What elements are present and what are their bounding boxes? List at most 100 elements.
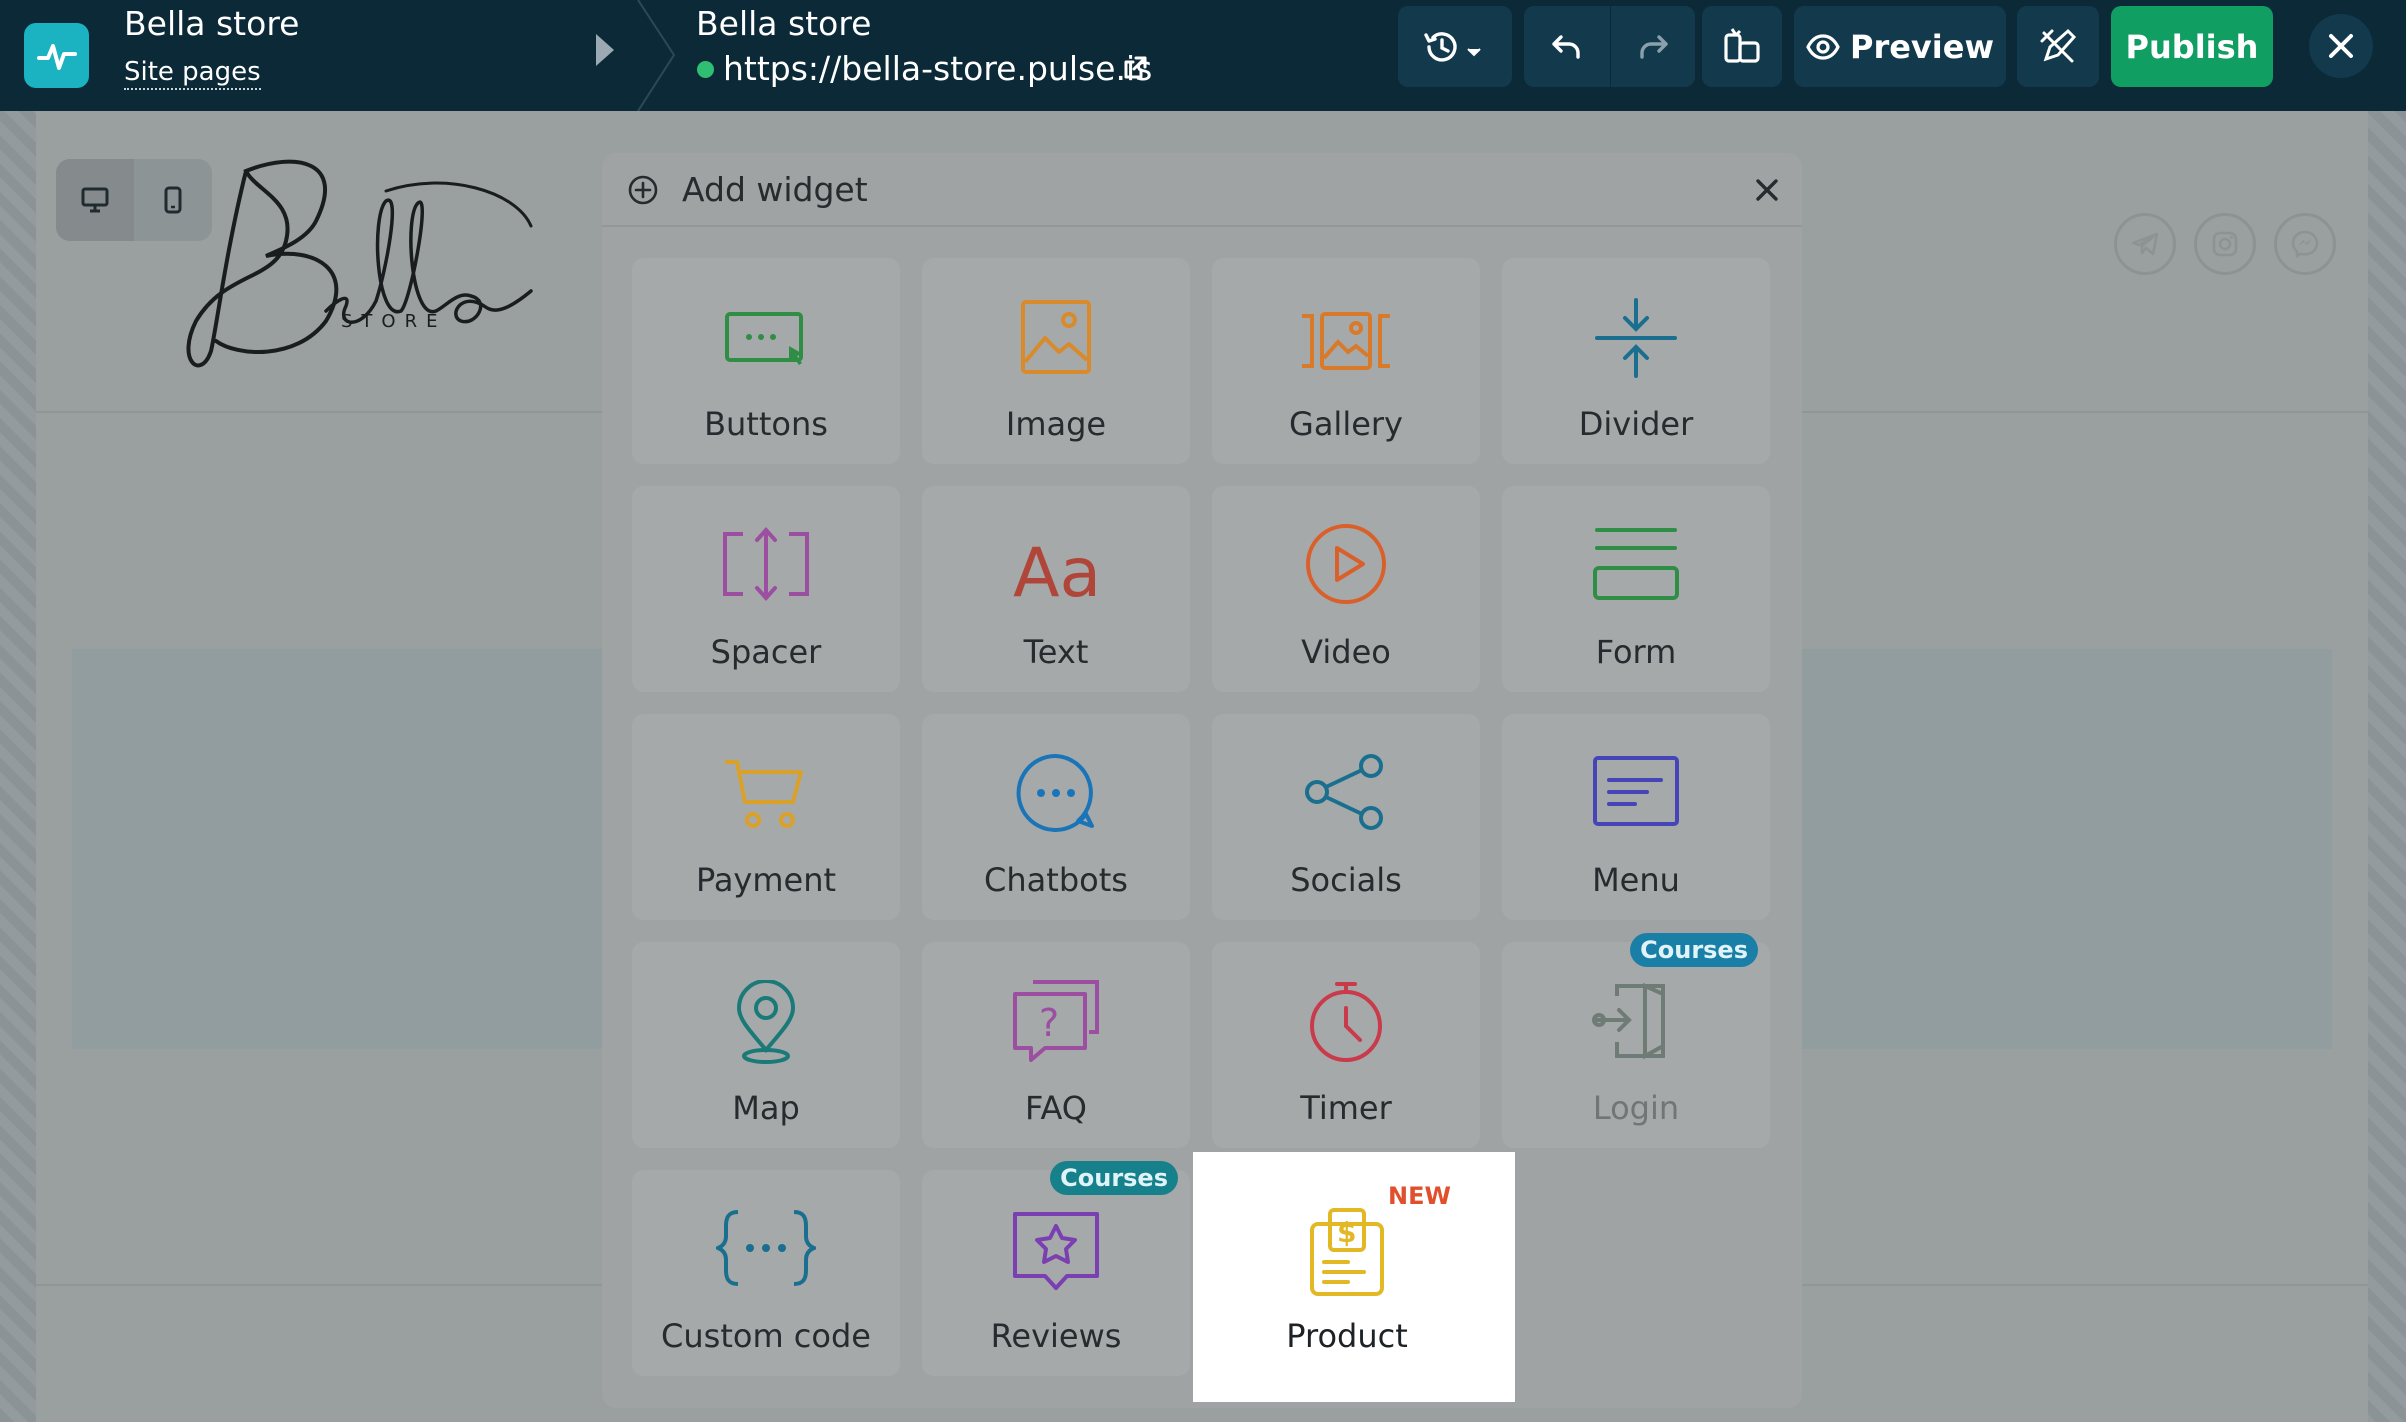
undo-button[interactable] <box>1524 6 1610 87</box>
widget-label: Spacer <box>710 633 822 671</box>
courses-badge: Courses <box>1050 1161 1178 1195</box>
widget-tile-video[interactable]: Video <box>1212 486 1480 692</box>
widget-label: FAQ <box>1025 1089 1087 1127</box>
text-icon: Aa <box>1013 534 1101 613</box>
widget-tile-spacer[interactable]: Spacer <box>632 486 900 692</box>
svg-text:?: ? <box>1039 1001 1059 1045</box>
design-icon <box>2040 28 2077 62</box>
custom-code-icon <box>716 1210 816 1286</box>
widget-label: Chatbots <box>984 861 1128 899</box>
socials-icon <box>1305 754 1383 830</box>
image-icon <box>1021 300 1091 374</box>
widget-label: Payment <box>695 861 837 899</box>
messenger-link[interactable] <box>2274 213 2336 275</box>
widget-label: Buttons <box>704 405 828 443</box>
page-name: Bella store <box>696 4 872 43</box>
page-url-link[interactable]: https://bella-store.pulse.is <box>723 48 1152 90</box>
widget-tile-divider[interactable]: Divider <box>1502 258 1770 464</box>
reviews-icon <box>1013 1212 1099 1290</box>
telegram-icon <box>2131 232 2159 256</box>
product-highlight: $ Product NEW <box>1193 1152 1515 1402</box>
divider-icon <box>1595 298 1677 378</box>
preview-button[interactable]: Preview <box>1794 6 2006 87</box>
publish-label: Publish <box>2125 27 2259 66</box>
widget-tile-login[interactable]: Login Courses <box>1502 933 1770 1148</box>
redo-button[interactable] <box>1611 6 1695 87</box>
widget-label: Login <box>1592 1089 1680 1127</box>
publish-button[interactable]: Publish <box>2111 6 2273 87</box>
widget-label: Map <box>732 1089 800 1127</box>
close-modal-button[interactable] <box>1752 175 1782 205</box>
messenger-icon <box>2291 230 2319 259</box>
courses-badge: Courses <box>1630 933 1758 967</box>
widget-label: Reviews <box>990 1317 1122 1355</box>
chatbots-icon <box>1016 753 1094 832</box>
brand-logo-subtext: STORE <box>341 311 446 332</box>
widget-label: Gallery <box>1289 405 1403 443</box>
desktop-icon <box>81 187 109 213</box>
preview-label: Preview <box>1849 27 1995 66</box>
widget-tile-buttons[interactable]: Buttons <box>632 258 900 464</box>
pages-button[interactable] <box>1702 6 1782 87</box>
desktop-view-button[interactable] <box>56 159 134 241</box>
instagram-icon <box>2212 231 2238 257</box>
widget-tile-gallery[interactable]: Gallery <box>1212 258 1480 464</box>
undo-icon <box>1552 34 1580 59</box>
widget-tile-faq[interactable]: ? FAQ <box>922 942 1190 1148</box>
widget-tile-text[interactable]: Aa Text <box>922 486 1190 692</box>
brand-logo[interactable]: STORE <box>186 131 546 385</box>
widget-tile-payment[interactable]: Payment <box>632 714 900 920</box>
external-link-icon[interactable] <box>1122 55 1148 81</box>
faq-icon: ? <box>1013 980 1099 1062</box>
bella-logo-icon: STORE <box>186 159 533 368</box>
editor-topbar: Bella store Site pages Bella store https… <box>0 0 2406 111</box>
design-button[interactable] <box>2017 6 2099 87</box>
site-name: Bella store <box>124 4 300 43</box>
close-icon <box>2329 34 2353 58</box>
breadcrumb-toggle-icon[interactable] <box>596 34 614 66</box>
widget-label: Custom code <box>661 1317 871 1355</box>
close-editor-button[interactable] <box>2309 14 2373 78</box>
login-icon <box>1592 982 1665 1060</box>
menu-icon <box>1593 756 1679 826</box>
add-circle-icon <box>628 175 658 205</box>
gallery-icon <box>1302 312 1390 370</box>
timer-icon <box>1310 982 1382 1062</box>
widget-label: Divider <box>1578 405 1694 443</box>
instagram-link[interactable] <box>2194 213 2256 275</box>
widget-tile-timer[interactable]: Timer <box>1212 942 1480 1148</box>
form-icon <box>1593 528 1679 600</box>
modal-title: Add widget <box>682 170 868 209</box>
history-button[interactable] <box>1398 6 1512 87</box>
widget-tile-product[interactable]: $ Product NEW <box>1213 1170 1481 1376</box>
widget-label: Form <box>1595 633 1677 671</box>
widget-label: Video <box>1301 633 1391 671</box>
map-icon <box>736 980 796 1064</box>
widget-label: Product <box>1286 1317 1408 1355</box>
widget-label: Menu <box>1592 861 1680 899</box>
payment-icon <box>725 760 803 828</box>
pages-icon <box>1724 27 1760 63</box>
history-icon <box>1424 31 1481 62</box>
telegram-link[interactable] <box>2114 213 2176 275</box>
widget-tile-custom-code[interactable]: Custom code <box>632 1170 900 1376</box>
widget-tile-image[interactable]: Image <box>922 258 1190 464</box>
widget-tile-socials[interactable]: Socials <box>1212 714 1480 920</box>
widget-tile-map[interactable]: Map <box>632 942 900 1148</box>
status-dot <box>697 61 714 78</box>
widget-tile-menu[interactable]: Menu <box>1502 714 1770 920</box>
widget-tile-chatbots[interactable]: Chatbots <box>922 714 1190 920</box>
modal-header: Add widget <box>602 153 1802 227</box>
mobile-icon <box>164 186 182 214</box>
widget-tile-reviews[interactable]: Reviews Courses <box>922 1161 1190 1376</box>
widget-label: Text <box>1023 633 1089 671</box>
widget-tile-form[interactable]: Form <box>1502 486 1770 692</box>
breadcrumb-divider <box>637 0 676 111</box>
video-icon <box>1306 524 1386 604</box>
buttons-icon <box>725 312 803 365</box>
widget-label: Image <box>1005 405 1107 443</box>
app-logo[interactable] <box>24 23 89 88</box>
site-pages-link[interactable]: Site pages <box>124 56 261 90</box>
svg-text:$: $ <box>1337 1216 1356 1249</box>
svg-text:Aa: Aa <box>1013 534 1101 613</box>
